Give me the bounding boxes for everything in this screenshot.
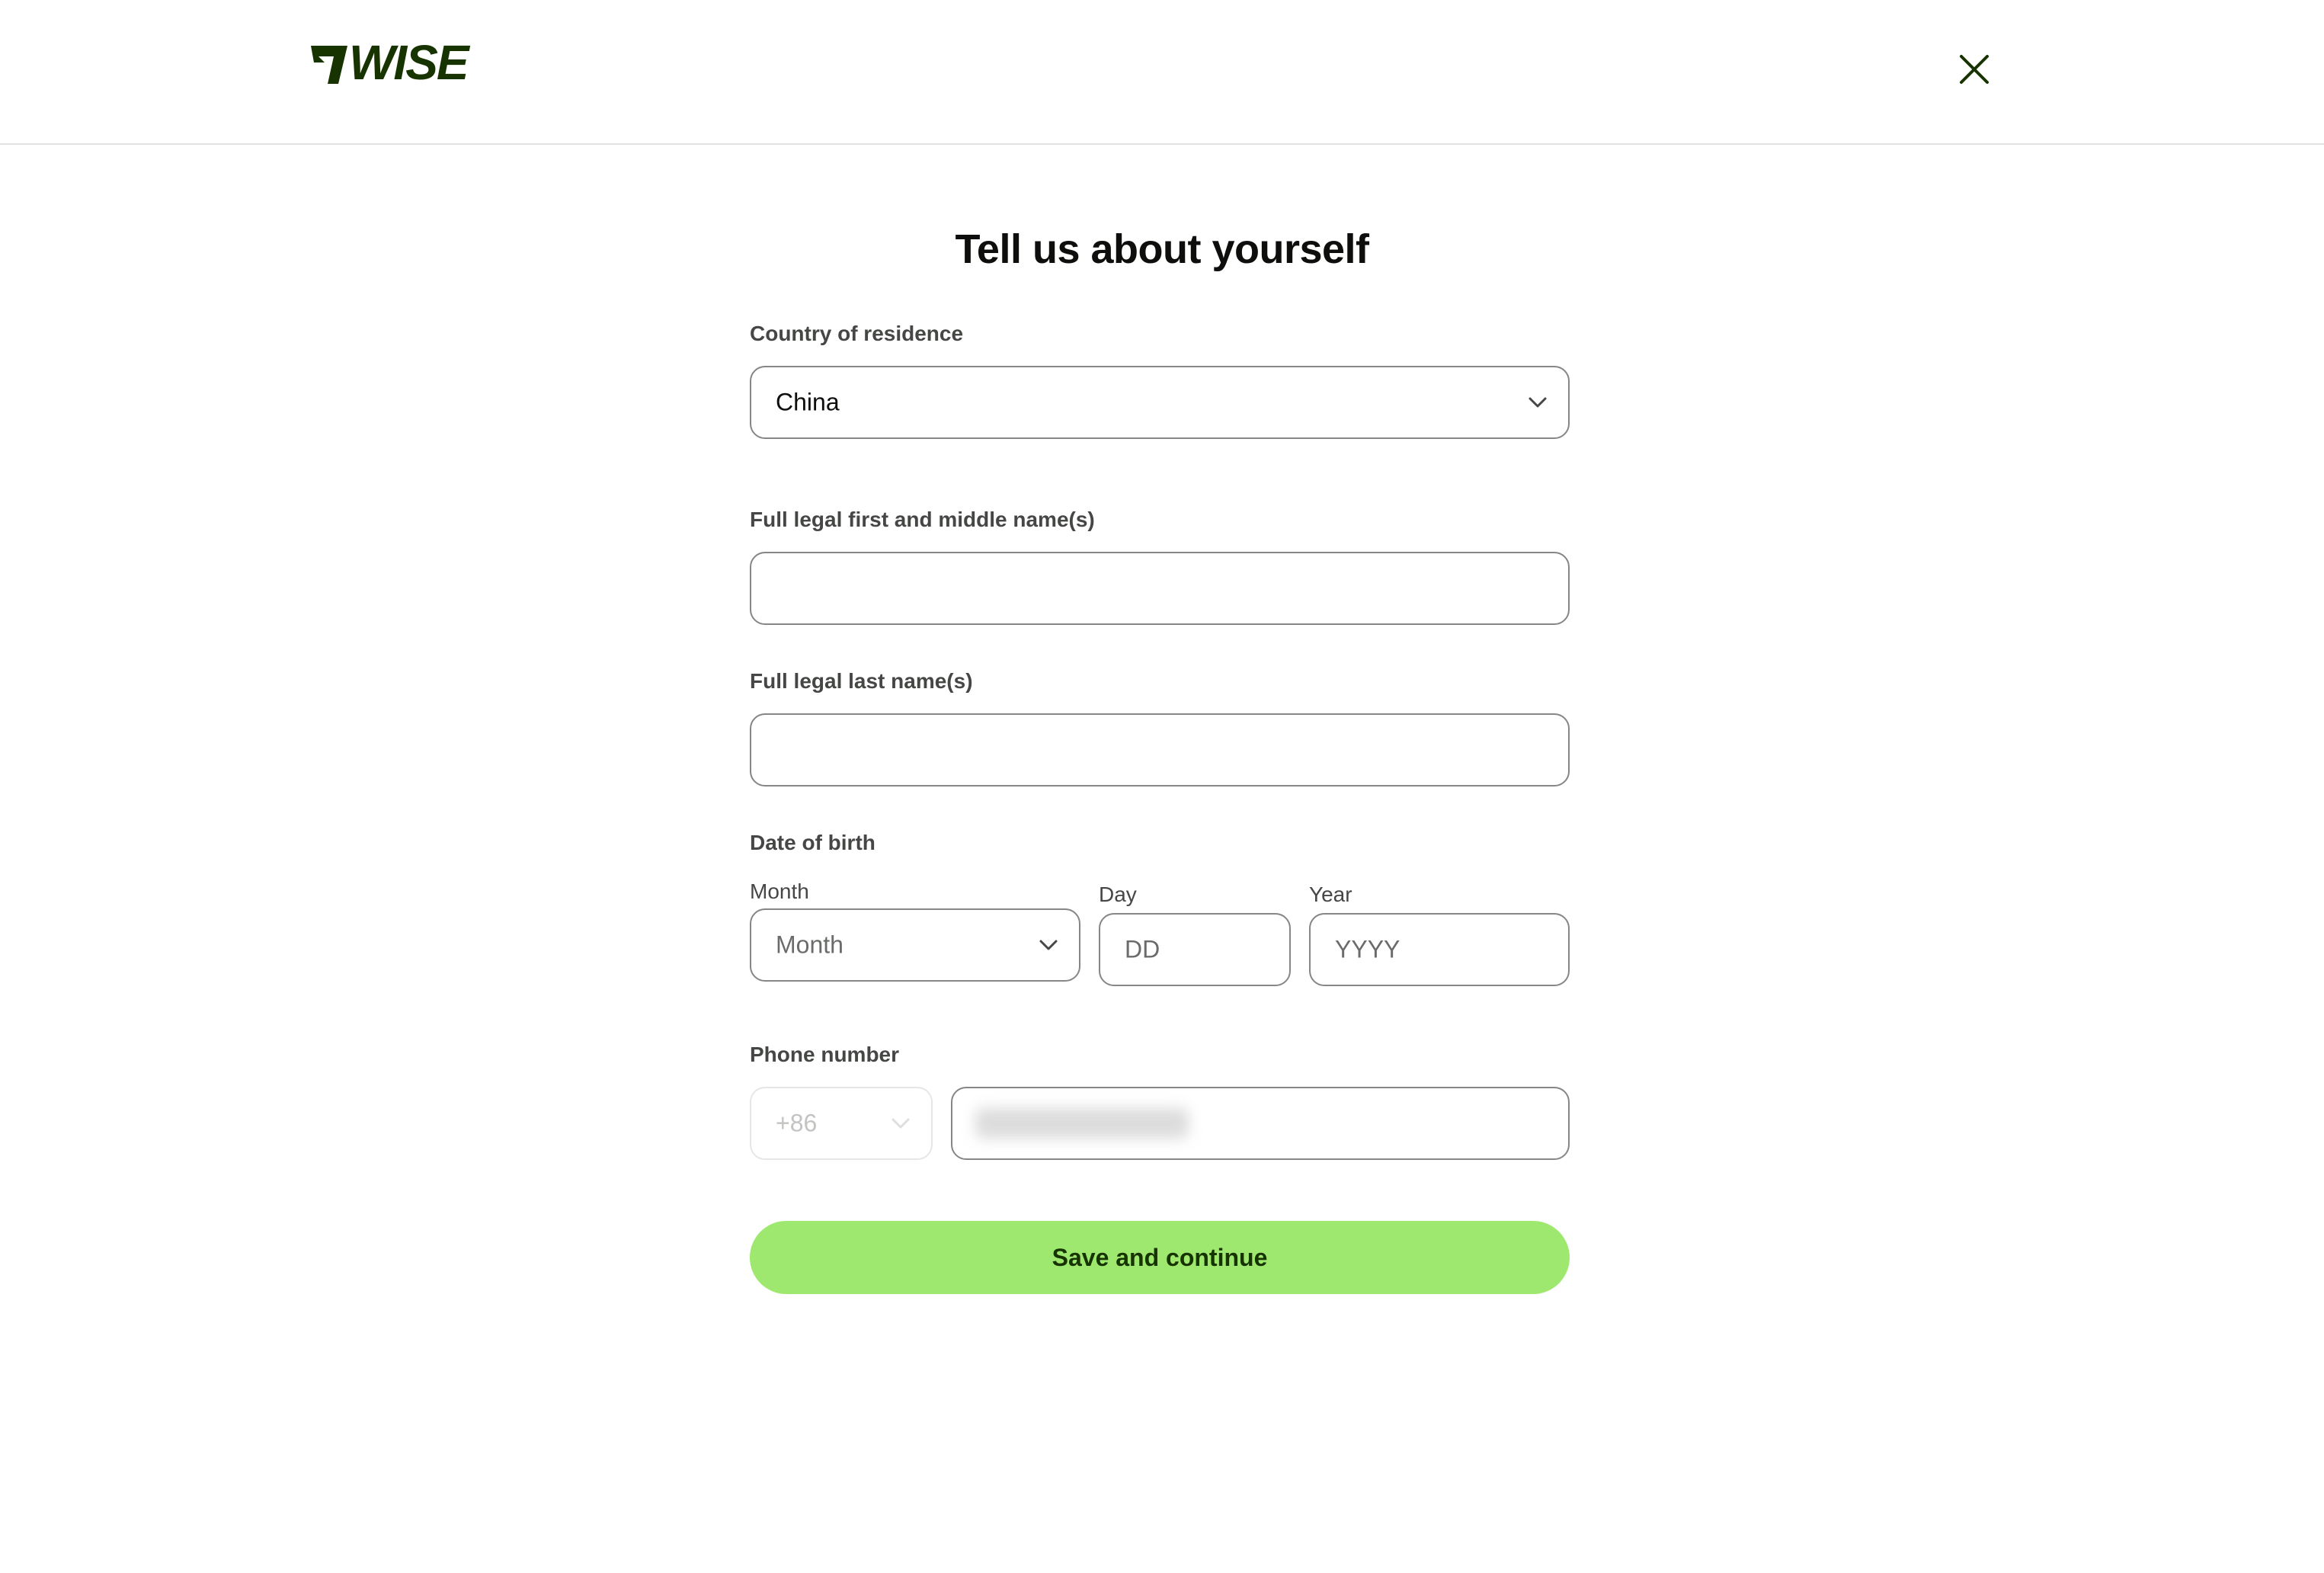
country-select[interactable]: China xyxy=(750,366,1570,439)
year-label: Year xyxy=(1309,883,1352,906)
save-and-continue-button[interactable]: Save and continue xyxy=(750,1221,1570,1294)
last-name-input[interactable] xyxy=(750,713,1570,786)
phone-country-code: +86 xyxy=(776,1109,818,1137)
chevron-down-icon xyxy=(890,1116,911,1130)
close-icon xyxy=(1960,55,1989,84)
month-select[interactable]: Month xyxy=(750,908,1080,982)
dob-label: Date of birth xyxy=(750,831,876,854)
year-input[interactable]: YYYY xyxy=(1309,913,1570,986)
last-name-label: Full legal last name(s) xyxy=(750,669,973,693)
wise-logo[interactable]: WISE xyxy=(308,40,475,88)
close-button[interactable] xyxy=(1954,49,1995,90)
year-placeholder: YYYY xyxy=(1335,935,1400,963)
chevron-down-icon xyxy=(1527,396,1548,409)
phone-country-code-select[interactable]: +86 xyxy=(750,1087,933,1160)
logo-wordmark: WISE xyxy=(349,40,471,88)
phone-number-redacted xyxy=(975,1108,1189,1139)
first-name-input[interactable] xyxy=(750,552,1570,625)
country-value: China xyxy=(776,388,840,416)
month-placeholder: Month xyxy=(776,931,843,959)
day-input[interactable]: DD xyxy=(1099,913,1291,986)
month-label: Month xyxy=(750,879,809,903)
chevron-down-icon xyxy=(1038,938,1059,952)
country-label: Country of residence xyxy=(750,322,964,345)
phone-number-input[interactable] xyxy=(951,1087,1570,1160)
first-name-label: Full legal first and middle name(s) xyxy=(750,508,1095,531)
day-placeholder: DD xyxy=(1125,935,1160,963)
phone-label: Phone number xyxy=(750,1043,900,1066)
page-title: Tell us about yourself xyxy=(955,226,1369,272)
top-bar: WISE xyxy=(0,0,2324,145)
day-label: Day xyxy=(1099,883,1137,906)
